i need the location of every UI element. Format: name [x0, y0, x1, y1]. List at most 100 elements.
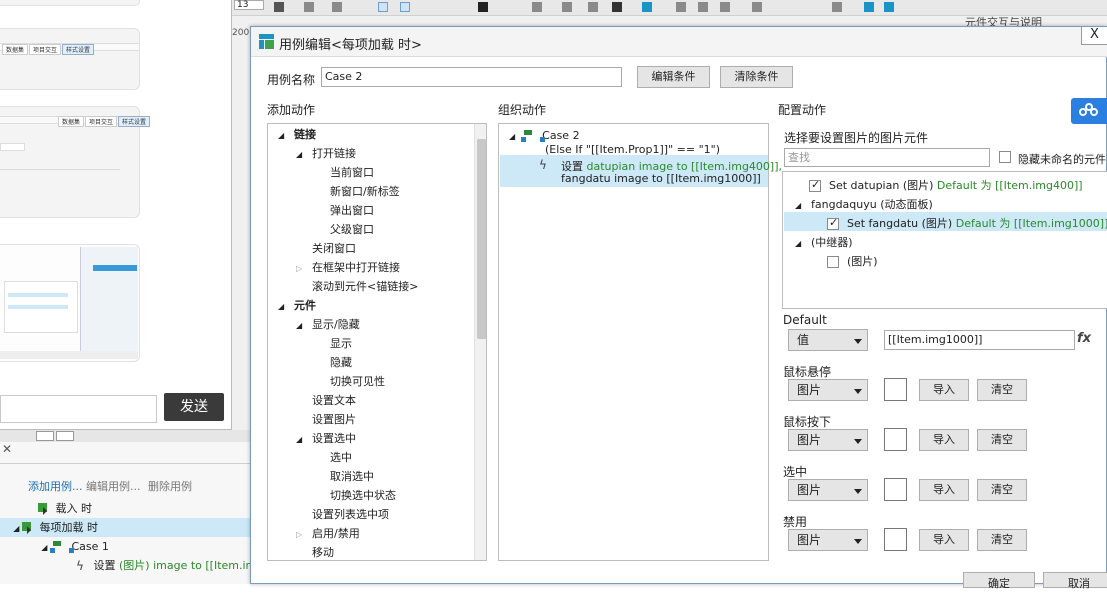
close-icon[interactable]: ✕	[2, 442, 12, 456]
strikethrough-icon[interactable]	[332, 2, 342, 12]
expand-triangle-icon[interactable]: ◢	[795, 201, 811, 210]
tree-item[interactable]: ◢ 链接	[278, 126, 316, 142]
action-row[interactable]: ϟ 设置 (图片) image to [[Item.img6	[0, 556, 252, 575]
close-icon[interactable]: X	[1081, 27, 1107, 45]
expand-triangle-icon[interactable]: ◢	[795, 239, 811, 248]
tree-item[interactable]: 显示	[314, 335, 352, 351]
baidu-cloud-button[interactable]	[1071, 98, 1107, 124]
tree-scrollbar[interactable]	[474, 124, 486, 560]
tree-item[interactable]: 设置文本	[296, 392, 356, 408]
tree-item[interactable]: 选中	[314, 449, 352, 465]
tree-item[interactable]: 设置图片	[296, 411, 356, 427]
import-button[interactable]: 导入	[919, 379, 969, 401]
cancel-button[interactable]: 取消	[1043, 572, 1107, 590]
expand-triangle-icon[interactable]: ◢	[296, 321, 312, 330]
clear-condition-button[interactable]: 清除条件	[720, 66, 793, 88]
thumbnail-4[interactable]	[0, 244, 140, 362]
send-button[interactable]: 发送	[164, 393, 224, 421]
default-value-input[interactable]: [[Item.img1000]]	[884, 330, 1075, 350]
tree-item[interactable]: 取消选中	[314, 468, 374, 484]
tree-item[interactable]: ◢ 设置选中	[296, 430, 356, 446]
image-preview-swatch[interactable]	[884, 378, 907, 401]
clear-button[interactable]: 清空	[977, 379, 1027, 401]
state-type-select[interactable]: 图片	[788, 529, 868, 551]
case-name-input[interactable]: Case 2	[321, 67, 622, 87]
line-icon[interactable]	[588, 2, 598, 12]
dialog-titlebar[interactable]: 用例编辑<每项加载 时> X	[251, 27, 1107, 57]
border-icon[interactable]	[532, 2, 542, 12]
underline-icon[interactable]	[400, 2, 410, 12]
image-preview-swatch[interactable]	[884, 528, 907, 551]
state-type-select[interactable]: 图片	[788, 379, 868, 401]
tree-item[interactable]: 切换选中状态	[314, 487, 396, 503]
tree-item[interactable]: ◢ 显示/隐藏	[296, 316, 360, 332]
expand-triangle-icon[interactable]: ◢	[278, 131, 294, 140]
edit-case-link[interactable]: 编辑用例...	[86, 480, 141, 493]
widget-checkbox[interactable]	[809, 178, 821, 192]
align-center-icon[interactable]	[698, 2, 708, 12]
clear-button[interactable]: 清空	[977, 479, 1027, 501]
collapse-triangle-icon[interactable]: ▷	[296, 264, 312, 273]
tree-item[interactable]: 弹出窗口	[314, 202, 374, 218]
default-type-select[interactable]: 值	[788, 329, 868, 351]
import-button[interactable]: 导入	[919, 529, 969, 551]
expand-triangle-icon[interactable]: ◢	[296, 435, 312, 444]
thumbnail-2[interactable]: 数据集 项目交互 样式设置	[0, 28, 140, 90]
collapse-triangle-icon[interactable]: ▷	[296, 530, 312, 539]
order-icon[interactable]	[832, 2, 842, 12]
widget-row[interactable]: Set datupian (图片) Default 为 [[Item.img40…	[809, 177, 1083, 193]
tree-item[interactable]: 设置列表选中项	[296, 506, 389, 522]
widget-checkbox[interactable]	[827, 216, 839, 230]
tree-item[interactable]: 父级窗口	[314, 221, 374, 237]
tree-item[interactable]: ▷ 启用/禁用	[296, 525, 360, 541]
clear-button[interactable]: 清空	[977, 429, 1027, 451]
edit-condition-button[interactable]: 编辑条件	[637, 66, 710, 88]
panel2-icon[interactable]	[884, 2, 894, 12]
clear-button[interactable]: 清空	[977, 529, 1027, 551]
expand-triangle-icon[interactable]: ◢	[278, 302, 294, 311]
image-preview-swatch[interactable]	[884, 428, 907, 451]
widget-row[interactable]: ◢ fangdaquyu (动态面板)	[795, 196, 933, 212]
widget-row[interactable]: (图片)	[827, 253, 878, 269]
state-type-select[interactable]: 图片	[788, 479, 868, 501]
image-preview-swatch[interactable]	[884, 478, 907, 501]
widget-search-input[interactable]: 查找	[784, 148, 990, 167]
panel-tabs[interactable]	[36, 430, 86, 441]
tree-item[interactable]: ◢ 元件	[278, 297, 316, 313]
add-case-link[interactable]: 添加用例...	[28, 480, 83, 493]
widget-checkbox[interactable]	[827, 256, 839, 268]
tree-item[interactable]: 移动	[296, 544, 334, 560]
align-right-icon[interactable]	[720, 2, 730, 12]
state-type-select[interactable]: 图片	[788, 429, 868, 451]
event-row-selected[interactable]: ◢ 每项加载 时	[0, 518, 252, 537]
scrollbar-thumb[interactable]	[477, 139, 486, 339]
import-button[interactable]: 导入	[919, 479, 969, 501]
tree-item[interactable]: 切换可见性	[314, 373, 385, 389]
widget-row[interactable]: Set fangdatu (图片) Default 为 [[Item.img10…	[827, 215, 1107, 231]
tree-item[interactable]: 新窗口/新标签	[314, 183, 400, 199]
tree-item[interactable]: 滚动到元件<锚链接>	[296, 278, 418, 294]
fill-icon[interactable]	[642, 2, 652, 12]
distribute-icon[interactable]	[752, 2, 762, 12]
align-left-icon[interactable]	[676, 2, 686, 12]
arrow-icon[interactable]	[612, 2, 622, 12]
tree-item[interactable]: 隐藏	[314, 354, 352, 370]
thumbnail-1[interactable]	[0, 0, 140, 6]
shadow-icon[interactable]	[562, 2, 572, 12]
chat-input[interactable]	[0, 395, 157, 423]
panel-icon[interactable]	[864, 2, 874, 12]
tree-item[interactable]: ▷ 在框架中打开链接	[296, 259, 400, 275]
font-size-field[interactable]: 13	[234, 0, 264, 10]
font-color-icon[interactable]	[478, 2, 488, 12]
expand-triangle-icon[interactable]: ◢	[296, 150, 312, 159]
hide-unnamed-checkbox[interactable]	[999, 151, 1011, 163]
event-row[interactable]: 载入 时	[0, 499, 252, 518]
bold-icon[interactable]	[274, 2, 284, 12]
thumbnail-3[interactable]: 数据集 项目交互 样式设置	[0, 106, 151, 218]
tree-item[interactable]: 关闭窗口	[296, 240, 356, 256]
italic-icon[interactable]	[304, 2, 314, 12]
widget-row[interactable]: ◢ (中继器)	[795, 234, 853, 250]
align-icon[interactable]	[378, 2, 388, 12]
tree-item[interactable]: 当前窗口	[314, 164, 374, 180]
import-button[interactable]: 导入	[919, 429, 969, 451]
